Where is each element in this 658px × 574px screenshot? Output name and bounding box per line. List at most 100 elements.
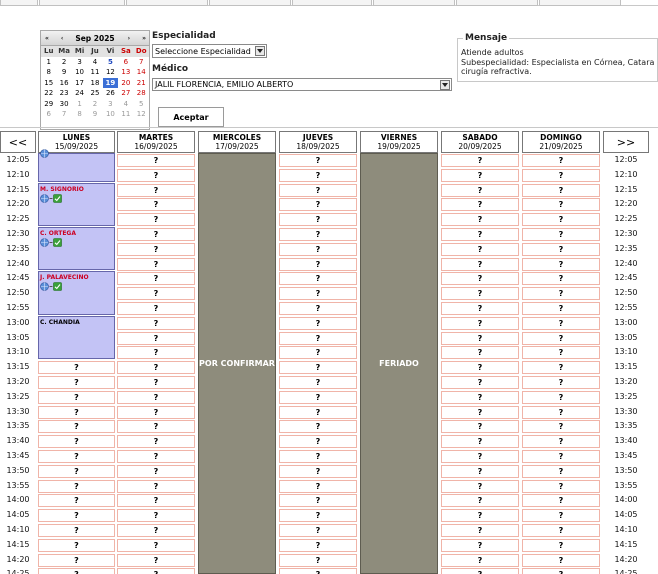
available-slot[interactable]: ? — [279, 435, 357, 449]
available-slot[interactable]: ? — [117, 154, 195, 167]
calendar-day[interactable]: 4 — [87, 57, 102, 68]
calendar-day[interactable]: 7 — [56, 109, 71, 120]
calendar-day[interactable]: 23 — [56, 88, 71, 99]
available-slot[interactable]: ? — [117, 420, 195, 434]
available-slot[interactable]: ? — [38, 509, 115, 523]
available-slot[interactable]: ? — [441, 257, 519, 271]
calendar-day[interactable]: 10 — [72, 67, 87, 78]
next-week-button[interactable]: >> — [603, 131, 649, 153]
available-slot[interactable]: ? — [117, 213, 195, 227]
available-slot[interactable]: ? — [117, 524, 195, 537]
available-slot[interactable]: ? — [279, 538, 357, 552]
calendar-day[interactable]: 20 — [118, 78, 133, 89]
calendar-day[interactable]: 26 — [103, 88, 118, 99]
top-tab[interactable] — [292, 0, 372, 6]
chevron-down-icon[interactable] — [440, 80, 450, 90]
available-slot[interactable]: ? — [441, 287, 519, 301]
available-slot[interactable]: ? — [38, 538, 115, 552]
available-slot[interactable]: ? — [522, 538, 600, 552]
available-slot[interactable]: ? — [279, 183, 357, 197]
available-slot[interactable]: ? — [279, 361, 357, 375]
available-slot[interactable]: ? — [522, 213, 600, 227]
available-slot[interactable]: ? — [522, 420, 600, 434]
available-slot[interactable]: ? — [441, 450, 519, 463]
available-slot[interactable]: ? — [279, 198, 357, 212]
available-slot[interactable]: ? — [441, 154, 519, 167]
available-slot[interactable]: ? — [117, 568, 195, 574]
available-slot[interactable]: ? — [38, 568, 115, 574]
available-slot[interactable]: ? — [441, 524, 519, 537]
available-slot[interactable]: ? — [117, 287, 195, 301]
available-slot[interactable]: ? — [522, 435, 600, 449]
calendar-day[interactable]: 17 — [72, 78, 87, 89]
available-slot[interactable]: ? — [117, 464, 195, 478]
available-slot[interactable]: ? — [38, 361, 115, 375]
calendar-day[interactable]: 1 — [72, 99, 87, 110]
top-tab[interactable] — [539, 0, 621, 6]
available-slot[interactable]: ? — [441, 302, 519, 315]
available-slot[interactable]: ? — [38, 524, 115, 537]
available-slot[interactable]: ? — [117, 390, 195, 404]
calendar-day[interactable]: 9 — [56, 67, 71, 78]
available-slot[interactable]: ? — [38, 390, 115, 404]
calendar-day[interactable]: 30 — [56, 99, 71, 110]
available-slot[interactable]: ? — [38, 479, 115, 493]
available-slot[interactable]: ? — [522, 464, 600, 478]
calendar-day[interactable]: 6 — [41, 109, 56, 120]
available-slot[interactable]: ? — [279, 464, 357, 478]
available-slot[interactable]: ? — [522, 168, 600, 182]
available-slot[interactable]: ? — [522, 524, 600, 537]
booked-appointment[interactable]: M. SIGNORIO — [38, 182, 115, 226]
available-slot[interactable]: ? — [522, 390, 600, 404]
available-slot[interactable]: ? — [279, 213, 357, 227]
available-slot[interactable]: ? — [117, 538, 195, 552]
available-slot[interactable]: ? — [117, 376, 195, 389]
available-slot[interactable]: ? — [522, 316, 600, 330]
top-tab[interactable] — [39, 0, 125, 6]
available-slot[interactable]: ? — [522, 553, 600, 567]
chevron-down-icon[interactable] — [255, 46, 265, 56]
prev-week-button[interactable]: << — [0, 131, 36, 153]
available-slot[interactable]: ? — [38, 464, 115, 478]
calendar-day[interactable]: 5 — [134, 99, 149, 110]
top-tab[interactable] — [373, 0, 455, 6]
available-slot[interactable]: ? — [522, 302, 600, 315]
calendar-day[interactable]: 9 — [87, 109, 102, 120]
available-slot[interactable]: ? — [279, 331, 357, 345]
booked-appointment[interactable]: C. CHANDIA — [38, 315, 115, 360]
available-slot[interactable]: ? — [117, 272, 195, 286]
available-slot[interactable]: ? — [441, 420, 519, 434]
available-slot[interactable]: ? — [441, 376, 519, 389]
next-month-button[interactable]: › — [128, 35, 131, 42]
available-slot[interactable]: ? — [117, 302, 195, 315]
prev-year-button[interactable]: « — [45, 35, 49, 42]
available-slot[interactable]: ? — [522, 361, 600, 375]
available-slot[interactable]: ? — [522, 331, 600, 345]
available-slot[interactable]: ? — [117, 316, 195, 330]
calendar-day[interactable]: 8 — [72, 109, 87, 120]
available-slot[interactable]: ? — [38, 450, 115, 463]
calendar-day[interactable]: 5 — [103, 57, 118, 68]
available-slot[interactable]: ? — [117, 450, 195, 463]
available-slot[interactable]: ? — [441, 464, 519, 478]
calendar-day[interactable]: 16 — [56, 78, 71, 89]
available-slot[interactable]: ? — [522, 228, 600, 241]
available-slot[interactable]: ? — [279, 346, 357, 360]
booked-appointment[interactable] — [38, 149, 115, 182]
available-slot[interactable]: ? — [117, 494, 195, 508]
available-slot[interactable]: ? — [522, 198, 600, 212]
available-slot[interactable]: ? — [441, 494, 519, 508]
available-slot[interactable]: ? — [117, 405, 195, 419]
calendar-day[interactable]: 18 — [87, 78, 102, 89]
available-slot[interactable]: ? — [279, 272, 357, 286]
available-slot[interactable]: ? — [117, 228, 195, 241]
calendar-day[interactable]: 29 — [41, 99, 56, 110]
available-slot[interactable]: ? — [522, 479, 600, 493]
calendar-day[interactable]: 12 — [103, 67, 118, 78]
available-slot[interactable]: ? — [441, 509, 519, 523]
next-year-button[interactable]: » — [142, 35, 146, 42]
available-slot[interactable]: ? — [279, 287, 357, 301]
available-slot[interactable]: ? — [117, 361, 195, 375]
available-slot[interactable]: ? — [441, 316, 519, 330]
available-slot[interactable]: ? — [117, 553, 195, 567]
